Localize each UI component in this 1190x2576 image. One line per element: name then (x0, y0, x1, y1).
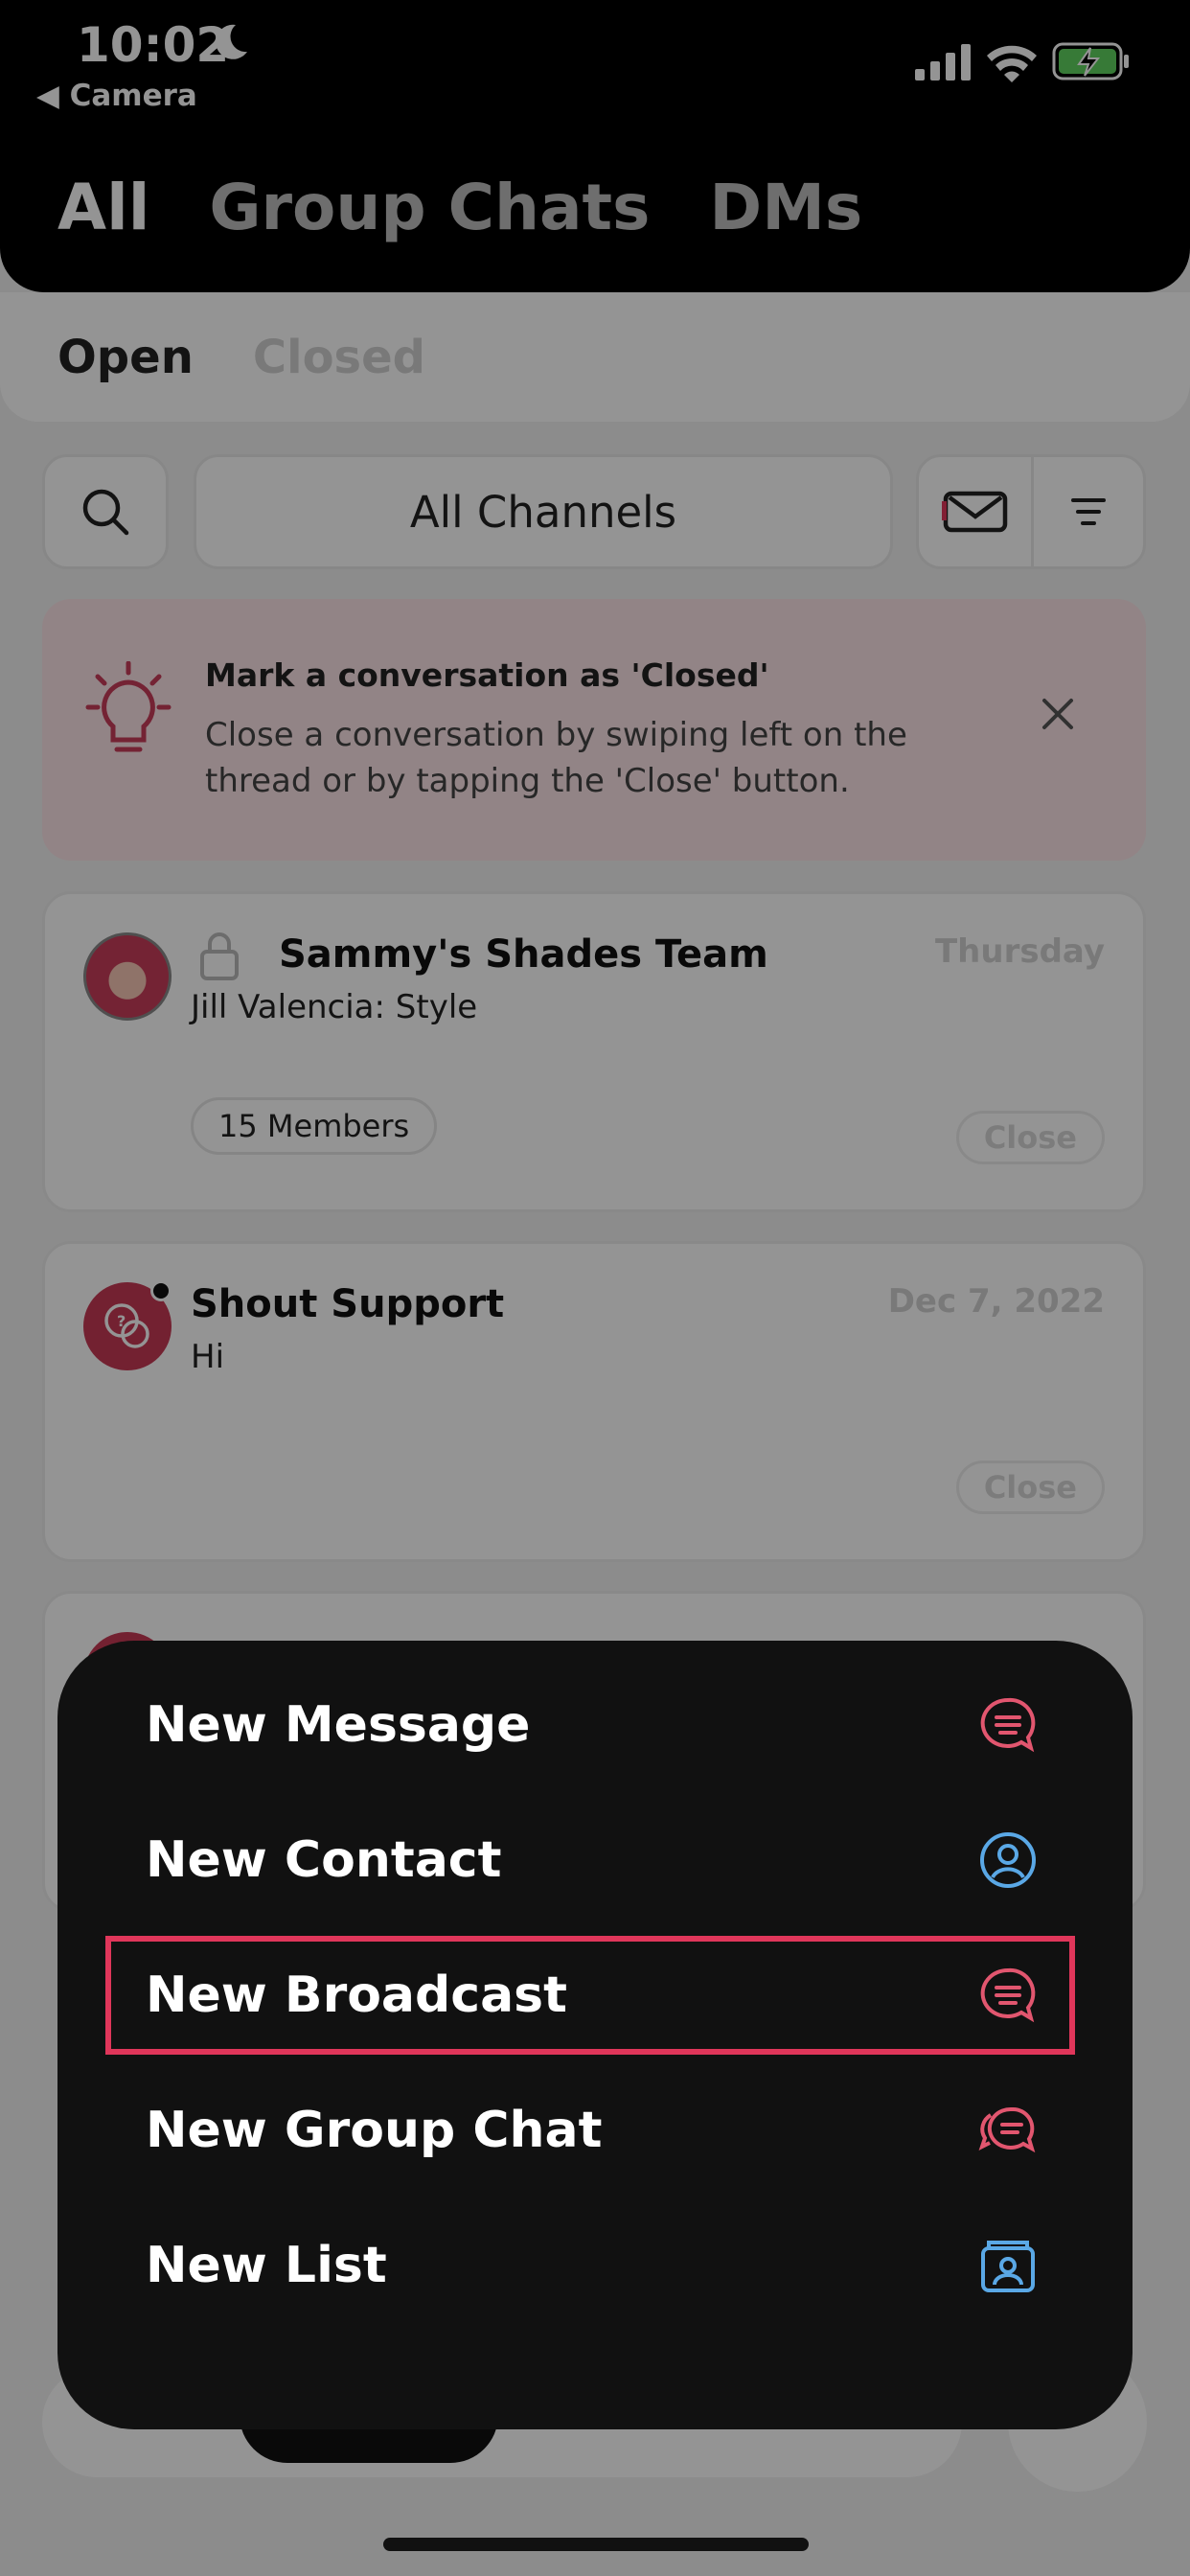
menu-item-label: New List (146, 2237, 387, 2294)
chat-bubble-icon (980, 1697, 1036, 1753)
menu-item-new-message[interactable]: New Message (111, 1671, 1069, 1779)
home-indicator[interactable] (383, 2538, 809, 2551)
menu-item-label: New Group Chat (146, 2102, 603, 2159)
new-item-menu: New Message New Contact New Broadcast Ne… (57, 1641, 1133, 2429)
menu-item-label: New Message (146, 1696, 531, 1754)
broadcast-icon (980, 1967, 1036, 2023)
menu-item-new-list[interactable]: New List (111, 2212, 1069, 2319)
contact-icon (980, 1832, 1036, 1888)
menu-item-label: New Broadcast (146, 1966, 567, 2024)
menu-item-new-contact[interactable]: New Contact (111, 1806, 1069, 1914)
group-chat-icon (978, 2106, 1036, 2153)
list-icon (981, 2241, 1035, 2292)
menu-item-label: New Contact (146, 1831, 502, 1889)
menu-item-new-group-chat[interactable]: New Group Chat (111, 2077, 1069, 2184)
menu-item-new-broadcast[interactable]: New Broadcast (105, 1936, 1075, 2055)
